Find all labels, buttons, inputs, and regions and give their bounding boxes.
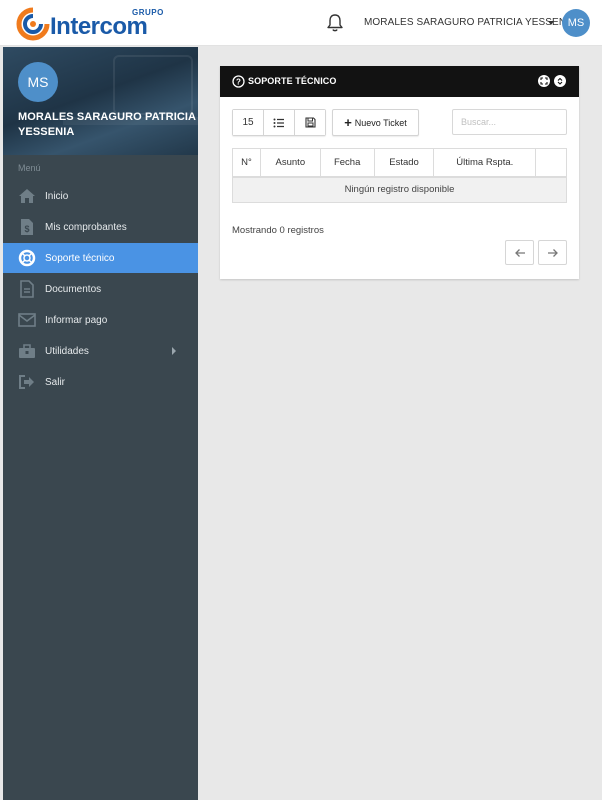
- logo-text: Intercom: [50, 13, 148, 40]
- table-toolbar: 15: [232, 109, 326, 136]
- sidebar-item-informar-pago[interactable]: Informar pago: [3, 305, 198, 335]
- sidebar-user-name: MORALES SARAGURO PATRICIA YESSENIA: [18, 111, 196, 138]
- plus-icon: +: [344, 114, 352, 130]
- home-icon: [17, 186, 37, 206]
- list-icon: [273, 118, 284, 127]
- column-header[interactable]: Asunto: [259, 148, 321, 178]
- sidebar: MS MORALES SARAGURO PATRICIA YESSENIA Me…: [3, 47, 198, 800]
- column-header[interactable]: N°: [232, 148, 261, 178]
- sidebar-item-label: Inicio: [45, 190, 69, 202]
- top-header: GRUPO Intercom MORALES SARAGURO PATRICIA…: [0, 0, 602, 46]
- card-title: SOPORTE TÉCNICO: [248, 76, 337, 86]
- column-header[interactable]: Estado: [373, 148, 435, 178]
- sidebar-item-label: Soporte técnico: [45, 252, 115, 264]
- next-page-button[interactable]: [538, 240, 567, 265]
- column-header[interactable]: Fecha: [319, 148, 375, 178]
- life-ring-icon: [17, 248, 37, 268]
- svg-text:?: ?: [236, 78, 241, 87]
- table-row: Ningún registro disponible: [232, 176, 567, 203]
- export-button[interactable]: [295, 110, 325, 135]
- card-header: ? SOPORTE TÉCNICO: [220, 66, 579, 97]
- chevron-down-icon[interactable]: [548, 21, 554, 25]
- sidebar-item-label: Mis comprobantes: [45, 221, 127, 233]
- toolbox-icon: [17, 341, 37, 361]
- envelope-icon: [17, 310, 37, 330]
- sidebar-item-utilidades[interactable]: Utilidades: [3, 336, 198, 366]
- new-ticket-button[interactable]: + Nuevo Ticket: [332, 109, 419, 136]
- sidebar-profile: MS MORALES SARAGURO PATRICIA YESSENIA: [3, 47, 198, 155]
- notifications-bell-icon[interactable]: [326, 13, 344, 33]
- user-menu-name[interactable]: MORALES SARAGURO PATRICIA YESSENIA: [364, 17, 576, 28]
- chevron-right-icon: [172, 347, 176, 355]
- profile-background-decoration: [113, 55, 193, 115]
- svg-text:$: $: [24, 224, 29, 234]
- sidebar-avatar: MS: [18, 62, 58, 102]
- columns-toggle-button[interactable]: [264, 110, 295, 135]
- arrow-left-icon: [514, 248, 525, 257]
- tickets-table: N° Asunto Fecha Estado Última Rspta. Nin…: [232, 148, 567, 203]
- question-circle-icon: ?: [232, 75, 245, 88]
- page-size-select[interactable]: 15: [233, 110, 264, 135]
- column-header[interactable]: Última Rspta.: [433, 148, 537, 178]
- fullscreen-icon[interactable]: [538, 75, 550, 87]
- sidebar-item-label: Documentos: [45, 283, 102, 295]
- receipt-icon: $: [17, 217, 37, 237]
- table-header-row: N° Asunto Fecha Estado Última Rspta.: [232, 148, 567, 178]
- intercom-logo[interactable]: GRUPO Intercom: [16, 5, 166, 43]
- menu-section-label: Menú: [18, 163, 41, 173]
- empty-table-message: Ningún registro disponible: [232, 176, 567, 203]
- sidebar-item-salir[interactable]: Salir: [3, 367, 198, 397]
- column-header: [535, 148, 567, 178]
- support-tickets-card: ? SOPORTE TÉCNICO 15 + Nuevo Ticket N° A…: [220, 66, 579, 279]
- search-input[interactable]: [452, 109, 567, 135]
- sidebar-item-mis-comprobantes[interactable]: $ Mis comprobantes: [3, 212, 198, 242]
- avatar[interactable]: MS: [562, 9, 590, 37]
- document-icon: [17, 279, 37, 299]
- sidebar-item-label: Utilidades: [45, 345, 89, 357]
- collapse-icon[interactable]: [554, 75, 566, 87]
- sidebar-item-label: Salir: [45, 376, 66, 388]
- save-icon: [304, 117, 316, 128]
- sidebar-item-documentos[interactable]: Documentos: [3, 274, 198, 304]
- new-ticket-label: Nuevo Ticket: [354, 117, 407, 128]
- previous-page-button[interactable]: [505, 240, 534, 265]
- records-count-text: Mostrando 0 registros: [232, 225, 324, 236]
- sidebar-item-soporte-tecnico[interactable]: Soporte técnico: [3, 243, 198, 273]
- logo-icon: [16, 7, 50, 41]
- sign-out-icon: [17, 372, 37, 392]
- arrow-right-icon: [547, 248, 558, 257]
- sidebar-item-label: Informar pago: [45, 314, 108, 326]
- sidebar-item-inicio[interactable]: Inicio: [3, 181, 198, 211]
